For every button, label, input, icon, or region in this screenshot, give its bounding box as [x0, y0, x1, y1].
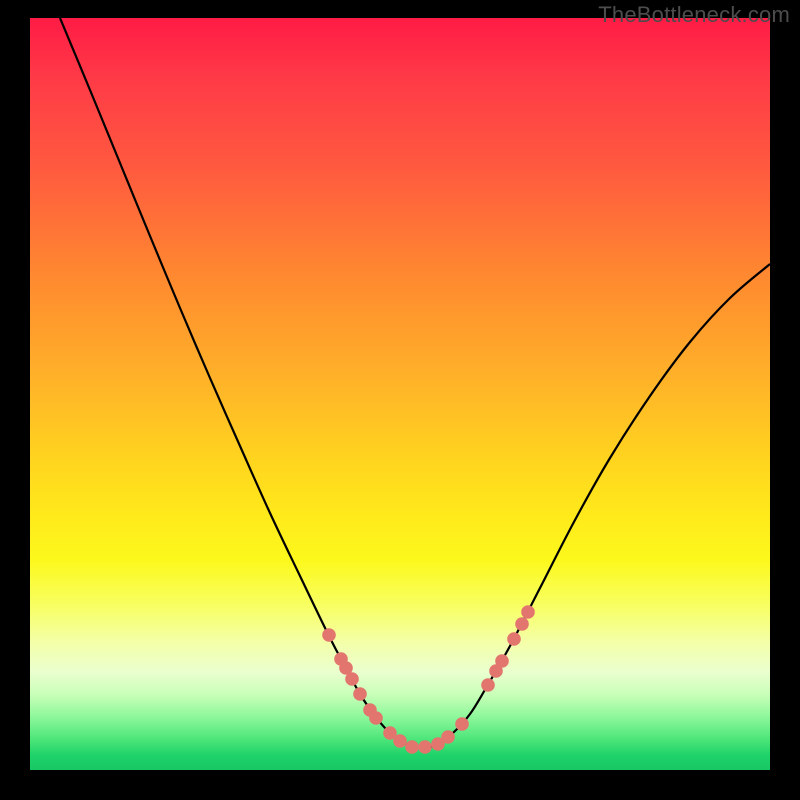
curve-marker	[345, 672, 359, 686]
curve-marker	[322, 628, 336, 642]
bottleneck-curve	[60, 18, 770, 748]
curve-marker	[441, 730, 455, 744]
curve-marker	[455, 717, 469, 731]
curve-marker	[507, 632, 521, 646]
curve-marker	[405, 740, 419, 754]
curve-marker	[369, 711, 383, 725]
curve-marker	[515, 617, 529, 631]
curve-marker	[418, 740, 432, 754]
curve-marker	[495, 654, 509, 668]
chart-frame: TheBottleneck.com	[0, 0, 800, 800]
curve-marker	[521, 605, 535, 619]
curve-svg	[30, 18, 770, 770]
curve-marker	[353, 687, 367, 701]
plot-area	[30, 18, 770, 770]
marker-group	[322, 605, 535, 754]
curve-marker	[393, 734, 407, 748]
watermark-text: TheBottleneck.com	[598, 2, 790, 28]
curve-marker	[481, 678, 495, 692]
